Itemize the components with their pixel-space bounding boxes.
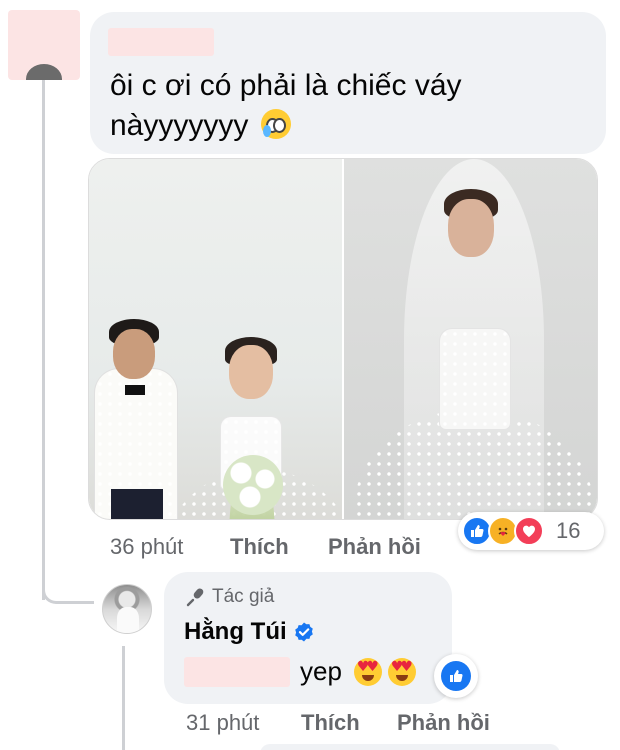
wedding-photo-couple [89, 159, 342, 519]
crying-face-emoji-icon [260, 109, 291, 139]
reply-reply-button[interactable]: Phản hồi [397, 710, 490, 736]
reply-author-avatar[interactable] [102, 584, 152, 634]
commenter-name-redacted[interactable] [108, 28, 214, 56]
reply-text: yep [184, 656, 416, 687]
like-button[interactable]: Thích [230, 534, 328, 560]
reaction-count: 16 [556, 518, 581, 543]
reply-actions: 31 phút Thích Phản hồi [186, 710, 490, 736]
thread-line [42, 80, 45, 600]
reply-text-content: yep [300, 656, 342, 686]
heart-eyes-emoji-icon [387, 657, 416, 686]
commenter-avatar-redacted[interactable] [8, 10, 80, 80]
comment-actions: 36 phút Thích Phản hồi [110, 534, 421, 560]
comment-text: ôi c ơi có phải là chiếc váy nàyyyyyyy [110, 66, 580, 146]
comment-photo[interactable] [88, 158, 598, 520]
author-badge-label: Tác giả [212, 586, 275, 607]
reply-button[interactable]: Phản hồi [328, 534, 421, 560]
heart-eyes-emoji-icon [353, 657, 382, 686]
reply-like-button[interactable]: Thích [301, 710, 397, 736]
like-reaction-icon [441, 661, 471, 691]
love-reaction-icon [514, 516, 544, 546]
next-comment-bubble-edge [260, 744, 560, 750]
reply-bubble: Tác giả Hằng Túi yep [164, 572, 452, 704]
reaction-summary[interactable]: 16 [458, 512, 604, 550]
reply-author-name-text[interactable]: Hằng Túi [184, 618, 287, 646]
reply-thread-line [122, 646, 125, 750]
reply-author-name[interactable]: Hằng Túi [184, 618, 315, 646]
reply-reaction-summary[interactable] [434, 654, 478, 698]
thread-elbow-connector [42, 560, 94, 604]
tagged-name-redacted[interactable] [184, 656, 290, 687]
author-badge: Tác giả [184, 586, 274, 608]
wedding-photo-gown-model [342, 159, 597, 519]
comment-timestamp[interactable]: 36 phút [110, 534, 230, 560]
reply-timestamp[interactable]: 31 phút [186, 710, 301, 736]
microphone-icon [184, 586, 206, 608]
verified-badge-icon [293, 621, 315, 643]
comment-bubble: ôi c ơi có phải là chiếc váy nàyyyyyyy [90, 12, 606, 154]
